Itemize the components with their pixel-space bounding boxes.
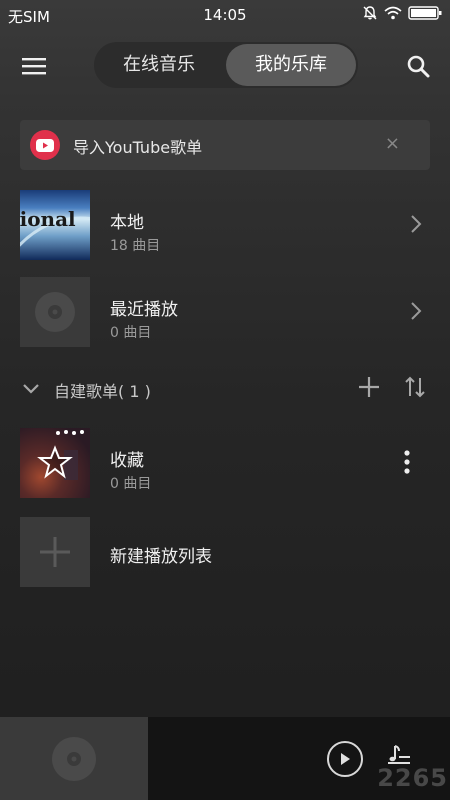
status-icons [362, 5, 442, 21]
new-playlist-label: 新建播放列表 [110, 547, 212, 567]
section-title: 自建歌单 [54, 382, 119, 401]
search-button[interactable] [400, 50, 436, 82]
chevron-down-icon[interactable] [22, 380, 40, 399]
chevron-right-icon [410, 214, 422, 238]
battery-icon [408, 5, 442, 21]
play-button[interactable] [327, 741, 363, 777]
favorites-album-art [20, 428, 90, 498]
tab-my-library[interactable]: 我的乐库 [226, 44, 356, 86]
menu-button[interactable] [14, 50, 54, 82]
youtube-icon [30, 130, 60, 160]
library-item-local[interactable]: lional 本地 18 曲目 [0, 190, 450, 260]
status-bar: 无SIM 14:05 [0, 0, 450, 32]
wifi-icon [384, 6, 402, 20]
local-album-art: lional [20, 190, 90, 260]
playlist-title: 收藏 [110, 451, 144, 471]
mini-player[interactable]: 2265 [0, 717, 450, 800]
sort-button[interactable] [404, 376, 426, 402]
top-bar: 在线音乐 我的乐库 [0, 32, 450, 100]
now-playing-art [0, 717, 148, 800]
mute-bell-icon [362, 5, 378, 21]
more-options-button[interactable] [404, 450, 410, 478]
custom-playlists-header[interactable]: 自建歌单( 1 ) [0, 372, 450, 404]
add-playlist-button[interactable] [358, 376, 380, 402]
tab-switcher: 在线音乐 我的乐库 [94, 42, 358, 88]
local-count: 18 曲目 [110, 238, 161, 254]
section-count: ( 1 ) [118, 382, 151, 401]
new-playlist-tile [20, 517, 90, 587]
local-title: 本地 [110, 213, 144, 233]
plus-icon [359, 377, 379, 397]
search-icon [407, 55, 430, 78]
chevron-right-icon [410, 301, 422, 325]
more-vertical-icon [404, 450, 410, 474]
watermark-text: 2265 [377, 764, 448, 792]
playlist-item-favorites[interactable]: 收藏 0 曲目 [0, 428, 450, 498]
close-icon[interactable]: × [385, 133, 400, 154]
import-youtube-banner[interactable]: 导入YouTube歌单 × [20, 120, 430, 170]
new-playlist-item[interactable]: 新建播放列表 [0, 517, 450, 587]
section-label: 自建歌单( 1 ) [54, 378, 151, 402]
plus-icon [40, 537, 70, 567]
svg-text:lional: lional [20, 207, 76, 231]
playlist-count: 0 曲目 [110, 476, 152, 492]
tab-online-music[interactable]: 在线音乐 [94, 42, 224, 88]
hamburger-icon [22, 58, 46, 75]
sort-icon [405, 376, 425, 398]
recent-title: 最近播放 [110, 300, 178, 320]
play-icon [341, 753, 350, 765]
recent-placeholder-art [20, 277, 90, 347]
recent-count: 0 曲目 [110, 325, 152, 341]
library-item-recent[interactable]: 最近播放 0 曲目 [0, 277, 450, 347]
import-banner-label: 导入YouTube歌单 [73, 138, 203, 157]
